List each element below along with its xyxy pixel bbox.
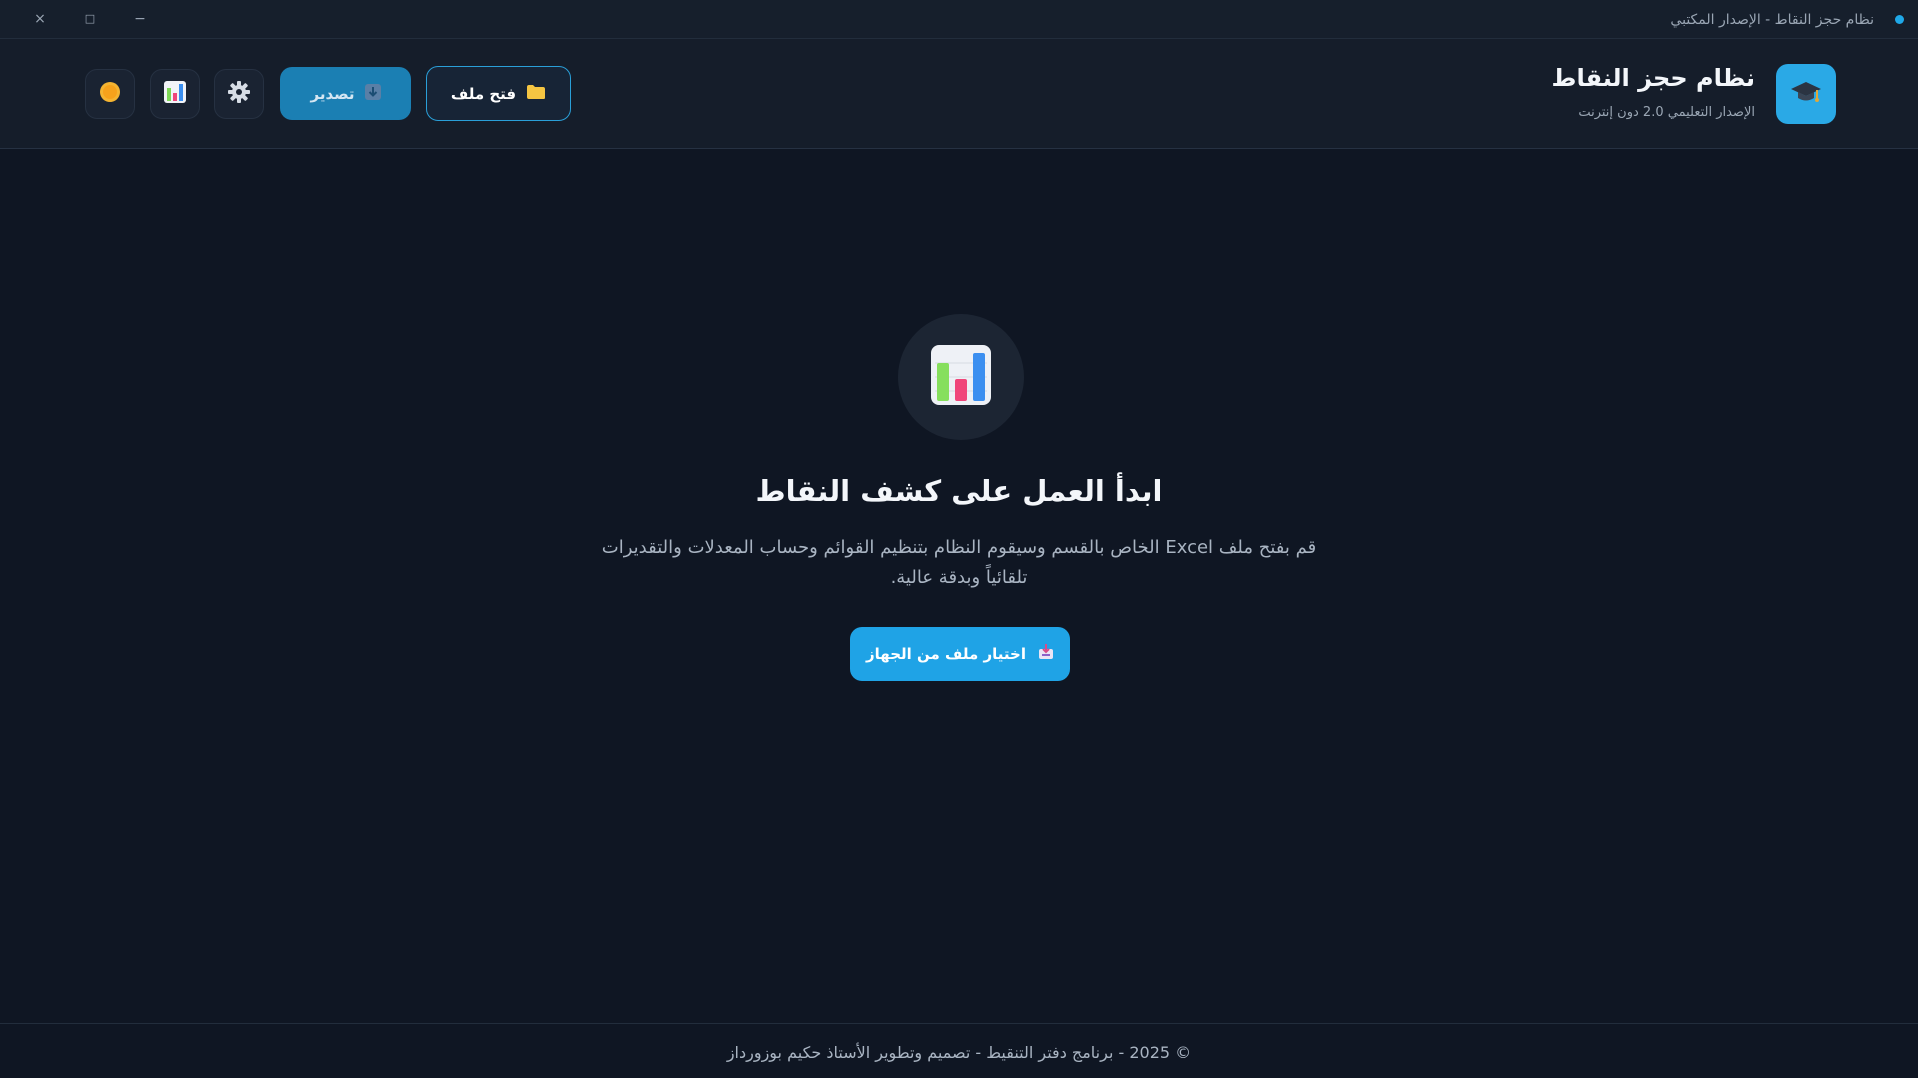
statistics-button[interactable] xyxy=(150,69,200,119)
download-arrow-icon xyxy=(364,83,381,104)
theme-toggle-button[interactable] xyxy=(85,69,135,119)
open-file-button[interactable]: فتح ملف xyxy=(426,66,571,121)
footer-copyright: © 2025 - برنامج دفتر التنقيط - تصميم وتط… xyxy=(726,1043,1192,1062)
export-button[interactable]: تصدير xyxy=(280,67,411,120)
gear-icon xyxy=(228,81,250,107)
inbox-tray-icon xyxy=(1038,644,1054,664)
bar-chart-icon xyxy=(931,345,991,409)
settings-button[interactable] xyxy=(214,69,264,119)
folder-icon xyxy=(526,84,546,104)
window-maximize-button[interactable]: □ xyxy=(78,8,102,30)
bar-chart-icon xyxy=(164,81,186,107)
open-file-label: فتح ملف xyxy=(450,84,517,103)
hero-icon-container xyxy=(898,314,1024,440)
window-title: نظام حجز النقاط - الإصدار المكتبي xyxy=(1670,12,1874,28)
app-header: نظام حجز النقاط الإصدار التعليمي 2.0 دون… xyxy=(0,39,1918,149)
choose-file-label: اختيار ملف من الجهاز xyxy=(866,645,1026,663)
export-label: تصدير xyxy=(310,84,355,103)
app-logo xyxy=(1776,64,1836,124)
status-dot-icon xyxy=(1895,15,1904,24)
sun-icon xyxy=(99,81,121,107)
empty-state-title: ابدأ العمل على كشف النقاط xyxy=(755,474,1163,508)
window-minimize-button[interactable]: − xyxy=(128,8,152,30)
app-title: نظام حجز النقاط xyxy=(1551,64,1755,92)
choose-file-button[interactable]: اختيار ملف من الجهاز xyxy=(850,627,1070,681)
window-titlebar: نظام حجز النقاط - الإصدار المكتبي × □ − xyxy=(0,0,1918,39)
graduation-cap-icon xyxy=(1790,79,1822,109)
window-close-button[interactable]: × xyxy=(28,8,52,30)
app-subtitle: الإصدار التعليمي 2.0 دون إنترنت xyxy=(1578,105,1755,120)
app-footer: © 2025 - برنامج دفتر التنقيط - تصميم وتط… xyxy=(0,1023,1918,1078)
empty-state-description: قم بفتح ملف Excel الخاص بالقسم وسيقوم ال… xyxy=(601,537,1317,588)
